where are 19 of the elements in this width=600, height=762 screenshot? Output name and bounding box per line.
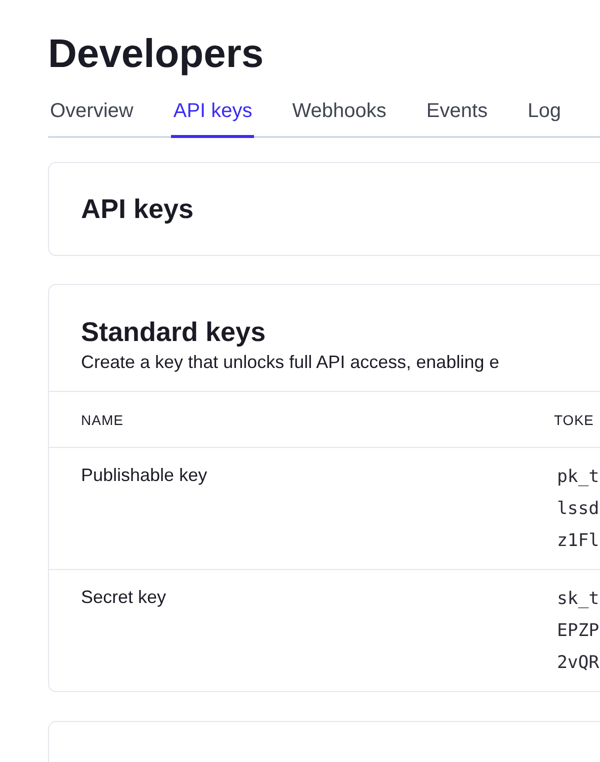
token-text: pk_t <box>557 466 600 489</box>
key-name: Secret key <box>81 587 168 608</box>
tab[interactable]: Log <box>526 90 563 138</box>
card-heading: API keys <box>81 194 194 224</box>
card-heading: Standard keys <box>81 317 267 348</box>
column-header: TOKE <box>554 412 594 428</box>
token-text: z1Fl <box>557 530 600 553</box>
tab[interactable]: API keys <box>171 90 254 138</box>
token-text: 2vQR <box>557 652 600 675</box>
tab[interactable]: Overview <box>48 90 136 138</box>
column-header: NAME <box>81 412 124 428</box>
token-text: EPZP <box>557 620 600 643</box>
key-name: Publishable key <box>81 465 208 486</box>
page-title: Developers <box>48 31 265 78</box>
tab[interactable]: Events <box>424 90 490 138</box>
token-text: sk_t <box>557 588 600 611</box>
card-description: Create a key that unlocks full API access, enabling e <box>81 352 500 373</box>
token-text: lssd <box>557 498 600 521</box>
tab[interactable]: Webhooks <box>290 90 388 138</box>
